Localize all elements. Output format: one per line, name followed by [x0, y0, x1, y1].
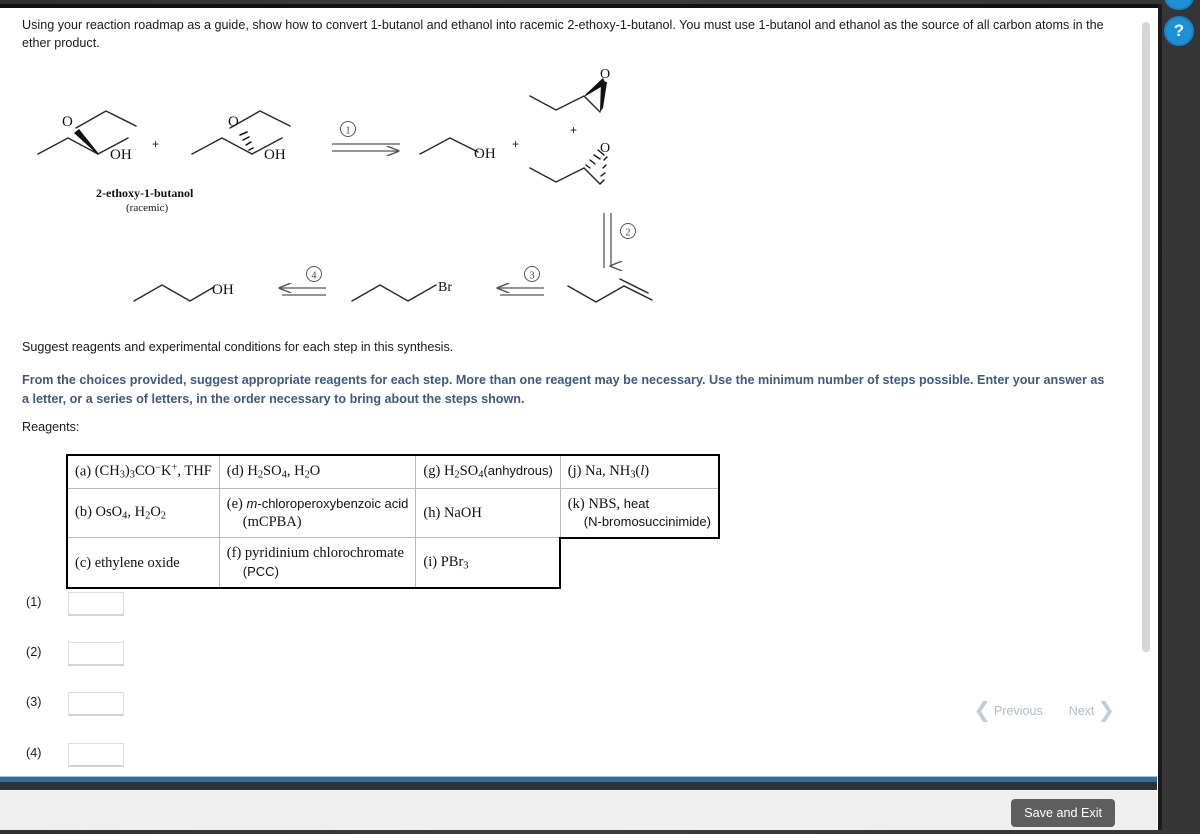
retrosynthesis-scheme: O OH + O OH 2-ethoxy-1-butanol (racemic)…	[0, 56, 760, 326]
reagent-value-d: H2SO4, H2O	[247, 463, 321, 481]
wedge-bond-1	[74, 129, 99, 154]
atom-label-o-4: O	[600, 141, 610, 156]
answer-label-4: (4)	[26, 746, 42, 760]
instruction-line-2: From the choices provided, suggest appro…	[22, 373, 1105, 406]
answer-label-3: (3)	[26, 695, 42, 709]
atom-label-o-1: O	[62, 114, 73, 130]
save-and-exit-button[interactable]: Save and Exit	[1011, 799, 1115, 827]
pagination-nav: ❮ Previous Next ❯	[973, 700, 1115, 721]
side-icon-group: ?	[1164, 0, 1198, 52]
reagent-key-b: (b)	[75, 504, 92, 521]
product-name-line2: (racemic)	[126, 202, 168, 214]
reagent-key-i: (i)	[423, 553, 438, 570]
reagents-table-wrapper: (a) (CH3)3CO−K+, THF (d) H2SO4, H2O (g) …	[65, 453, 720, 589]
answer-input-4[interactable]	[68, 743, 124, 767]
reagent-value-h: NaOH	[443, 505, 482, 522]
retro-arrow-2: 2	[603, 213, 636, 268]
reagent-value-e: m-chloroperoxybenzoic acid (mCPBA)	[242, 495, 409, 531]
reagent-value-i: PBr3	[440, 553, 469, 572]
atom-label-oh-1: OH	[110, 147, 132, 163]
chevron-right-icon: ❯	[1097, 699, 1115, 722]
reagent-key-f: (f)	[226, 545, 242, 562]
atom-label-oh-3: OH	[474, 146, 496, 162]
atom-label-br: Br	[438, 280, 452, 295]
reagent-value-k: NBS, heat (N-bromosuccinimide)	[583, 495, 711, 529]
reagent-key-d: (d)	[226, 463, 244, 480]
table-row: (c) ethylene oxide (f) pyridinium chloro…	[65, 537, 719, 589]
retro-arrow-3: 3	[498, 266, 544, 296]
next-label: Next	[1068, 703, 1095, 718]
question-content-pane: Using your reaction roadmap as a guide, …	[0, 8, 1157, 776]
chevron-left-icon: ❮	[973, 699, 992, 722]
help-icon[interactable]: ?	[1164, 16, 1194, 46]
reagents-table: (a) (CH3)3CO−K+, THF (d) H2SO4, H2O (g) …	[65, 453, 720, 589]
reagent-key-c: (c)	[75, 554, 92, 571]
hashed-bond-2	[239, 131, 254, 151]
content-scrollbar-thumb[interactable]	[1142, 22, 1150, 652]
step-number-3: 3	[530, 271, 535, 282]
footer-bar: Save and Exit	[0, 790, 1157, 830]
product-name-line1: 2-ethoxy-1-butanol	[96, 186, 194, 200]
reagent-key-j: (j)	[567, 463, 582, 480]
reagent-cell-i: (i) PBr3	[415, 537, 562, 589]
reagent-cell-c: (c) ethylene oxide	[65, 537, 220, 589]
reagent-value-j: Na, NH3(l)	[585, 463, 650, 481]
reagent-cell-empty	[560, 538, 719, 588]
plus-sign-2: +	[512, 137, 519, 151]
retro-arrow-4: 4	[280, 266, 326, 296]
answer-label-1: (1)	[26, 595, 42, 609]
plus-sign-3: +	[570, 123, 577, 137]
table-row: (a) (CH3)3CO−K+, THF (d) H2SO4, H2O (g) …	[65, 453, 720, 489]
reagent-cell-j: (j) Na, NH3(l)	[559, 453, 720, 489]
reagent-value-a: (CH3)3CO−K+, THF	[94, 463, 212, 481]
plus-sign-1: +	[152, 137, 159, 151]
epoxide-s-structure	[529, 167, 601, 185]
epoxide-r-structure	[529, 95, 601, 113]
question-prompt: Using your reaction roadmap as a guide, …	[22, 18, 1104, 51]
table-row: (b) OsO4, H2O2 (e) m-chloroperoxybenzoic…	[65, 487, 720, 539]
dark-divider-bar	[0, 782, 1157, 790]
reagent-cell-b: (b) OsO4, H2O2	[65, 487, 220, 539]
reagent-key-k: (k)	[567, 495, 585, 512]
step-number-4: 4	[312, 271, 317, 282]
reagent-key-e: (e)	[226, 495, 243, 512]
answer-input-2[interactable]	[68, 642, 124, 666]
retro-arrow-1: 1	[332, 121, 400, 152]
reagent-value-g: H2SO4(anhydrous)	[443, 463, 553, 481]
bromobutane-structure	[351, 284, 437, 302]
step-number-1: 1	[346, 126, 351, 137]
previous-button[interactable]: ❮ Previous	[973, 700, 1042, 721]
screen-root: Using your reaction roadmap as a guide, …	[0, 0, 1200, 834]
reagent-key-a: (a)	[75, 463, 92, 480]
atom-label-o-3: O	[600, 67, 610, 82]
reagent-key-g: (g)	[423, 463, 441, 480]
butene-structure	[567, 278, 653, 303]
reagent-cell-k: (k) NBS, heat (N-bromosuccinimide)	[559, 487, 720, 539]
reagent-cell-a: (a) (CH3)3CO−K+, THF	[65, 453, 220, 489]
reagent-key-h: (h)	[423, 505, 441, 522]
instruction-line-1: Suggest reagents and experimental condit…	[22, 340, 454, 354]
reagent-cell-d: (d) H2SO4, H2O	[218, 453, 417, 489]
reagent-value-f: pyridinium chlorochromate (PCC)	[242, 545, 404, 579]
previous-label: Previous	[994, 703, 1043, 718]
assignment-window: Using your reaction roadmap as a guide, …	[0, 4, 1162, 830]
reagent-cell-h: (h) NaOH	[415, 487, 561, 539]
reagent-value-c: ethylene oxide	[94, 554, 180, 571]
answer-label-2: (2)	[26, 645, 42, 659]
next-button[interactable]: Next ❯	[1069, 700, 1115, 721]
reagent-cell-g: (g) H2SO4(anhydrous)	[415, 453, 561, 489]
answer-input-3[interactable]	[68, 692, 124, 716]
answer-input-1[interactable]	[68, 592, 124, 616]
content-scrollbar-track[interactable]	[1142, 14, 1154, 774]
reagent-cell-e: (e) m-chloroperoxybenzoic acid (mCPBA)	[218, 487, 417, 539]
butanol-structure	[133, 284, 215, 302]
chat-icon[interactable]	[1164, 0, 1194, 10]
reagents-label: Reagents:	[22, 420, 80, 434]
reagent-cell-f: (f) pyridinium chlorochromate (PCC)	[218, 537, 417, 589]
atom-label-oh-4: OH	[212, 282, 234, 298]
atom-label-oh-2: OH	[264, 147, 286, 163]
atom-label-o-2: O	[228, 114, 239, 130]
reagent-value-b: OsO4, H2O2	[95, 504, 167, 522]
step-number-2: 2	[626, 228, 631, 239]
